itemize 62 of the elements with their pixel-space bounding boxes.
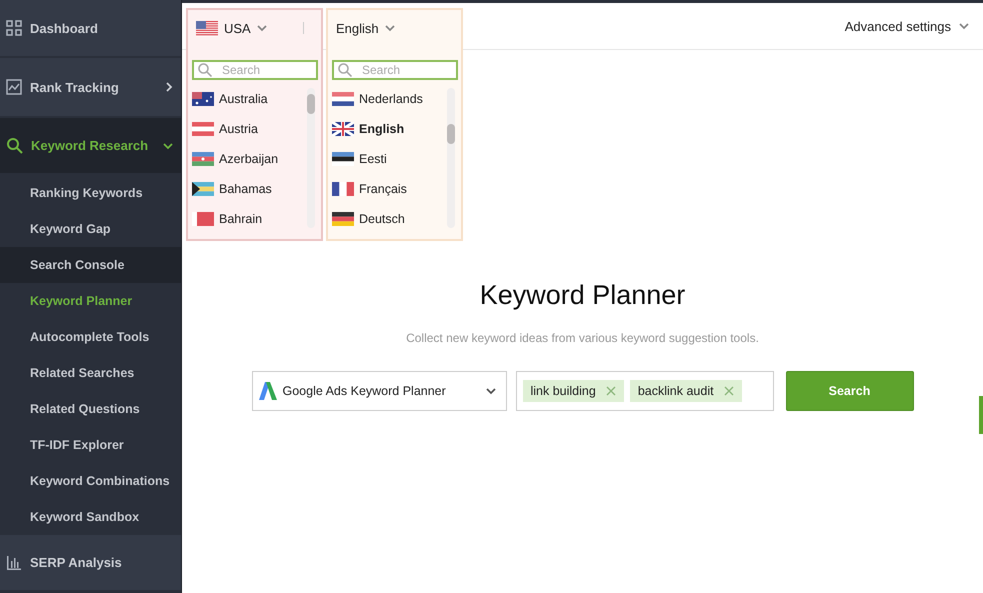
keyword-input-field[interactable]: link building backlink audit bbox=[516, 371, 774, 411]
nav-subitem[interactable]: Related Searches bbox=[0, 355, 181, 391]
flag-icon bbox=[192, 212, 214, 226]
nav-subitem[interactable]: Keyword Combinations bbox=[0, 463, 181, 499]
nav-subitem[interactable]: Keyword Gap bbox=[0, 211, 181, 247]
remove-tag-button[interactable] bbox=[724, 386, 734, 396]
flag-icon bbox=[192, 152, 214, 166]
country-option[interactable]: Azerbaijan bbox=[188, 144, 307, 174]
language-option[interactable]: Deutsch bbox=[328, 204, 447, 234]
nav-subitem[interactable]: Search Console bbox=[0, 247, 181, 283]
page-title: Keyword Planner bbox=[480, 280, 686, 311]
language-option[interactable]: Eesti bbox=[328, 144, 447, 174]
nav-item[interactable]: SERP Analysis bbox=[0, 535, 181, 592]
country-option[interactable]: Bahamas bbox=[188, 174, 307, 204]
caret-icon bbox=[959, 22, 969, 30]
nav-item[interactable]: Dashboard bbox=[0, 0, 181, 58]
caret-icon bbox=[384, 24, 395, 32]
side-tab[interactable] bbox=[979, 396, 983, 434]
flag-icon bbox=[332, 92, 354, 106]
grid-icon bbox=[6, 20, 22, 36]
country-option[interactable]: Australia bbox=[188, 84, 307, 114]
flag-icon bbox=[332, 212, 354, 226]
nav-subitem[interactable]: Autocomplete Tools bbox=[0, 319, 181, 355]
scrollbar[interactable] bbox=[447, 88, 455, 228]
page-subtitle: Collect new keyword ideas from various keyword suggestion tools. bbox=[406, 331, 759, 345]
search-field[interactable]: Search bbox=[332, 60, 458, 80]
flag-icon bbox=[332, 122, 354, 136]
language-select[interactable]: English bbox=[328, 10, 403, 46]
flag-icon bbox=[332, 152, 354, 166]
advanced-settings-button[interactable]: Advanced settings bbox=[844, 18, 969, 34]
search-icon bbox=[6, 137, 23, 154]
country-select[interactable]: USA bbox=[188, 10, 312, 46]
flag-icon bbox=[192, 92, 214, 106]
nav-subitem[interactable]: Ranking Keywords bbox=[0, 175, 181, 211]
nav-item[interactable]: Keyword Research bbox=[0, 118, 181, 175]
bar-chart-icon bbox=[6, 554, 22, 570]
remove-tag-button[interactable] bbox=[606, 386, 616, 396]
flag-icon bbox=[192, 182, 214, 196]
nav-subitem[interactable]: Keyword Sandbox bbox=[0, 499, 181, 535]
nav-item[interactable]: Rank Tracking bbox=[0, 58, 181, 118]
scrollbar[interactable] bbox=[307, 88, 315, 228]
language-option[interactable]: Français bbox=[328, 174, 447, 204]
flag-icon bbox=[196, 20, 218, 36]
source-select[interactable]: Google Ads Keyword Planner bbox=[252, 371, 506, 411]
logo-icon bbox=[258, 381, 278, 401]
keyword-tag: link building bbox=[522, 380, 624, 402]
language-option[interactable]: English bbox=[328, 114, 447, 144]
search-icon bbox=[198, 63, 212, 77]
nav-subitem[interactable]: Related Questions bbox=[0, 391, 181, 427]
caret-icon bbox=[256, 24, 267, 32]
flag-icon bbox=[332, 182, 354, 196]
search-icon bbox=[338, 63, 352, 77]
nav-subitem[interactable]: TF-IDF Explorer bbox=[0, 427, 181, 463]
flag-icon bbox=[192, 122, 214, 136]
caret-icon bbox=[486, 387, 496, 395]
keyword-tag: backlink audit bbox=[630, 380, 742, 402]
nav-subitem[interactable]: Keyword Planner bbox=[0, 283, 181, 319]
country-option[interactable]: Bahrain bbox=[188, 204, 307, 234]
search-field[interactable]: Search bbox=[192, 60, 318, 80]
country-option[interactable]: Austria bbox=[188, 114, 307, 144]
language-option[interactable]: Nederlands bbox=[328, 84, 447, 114]
line-chart-icon bbox=[6, 79, 22, 95]
